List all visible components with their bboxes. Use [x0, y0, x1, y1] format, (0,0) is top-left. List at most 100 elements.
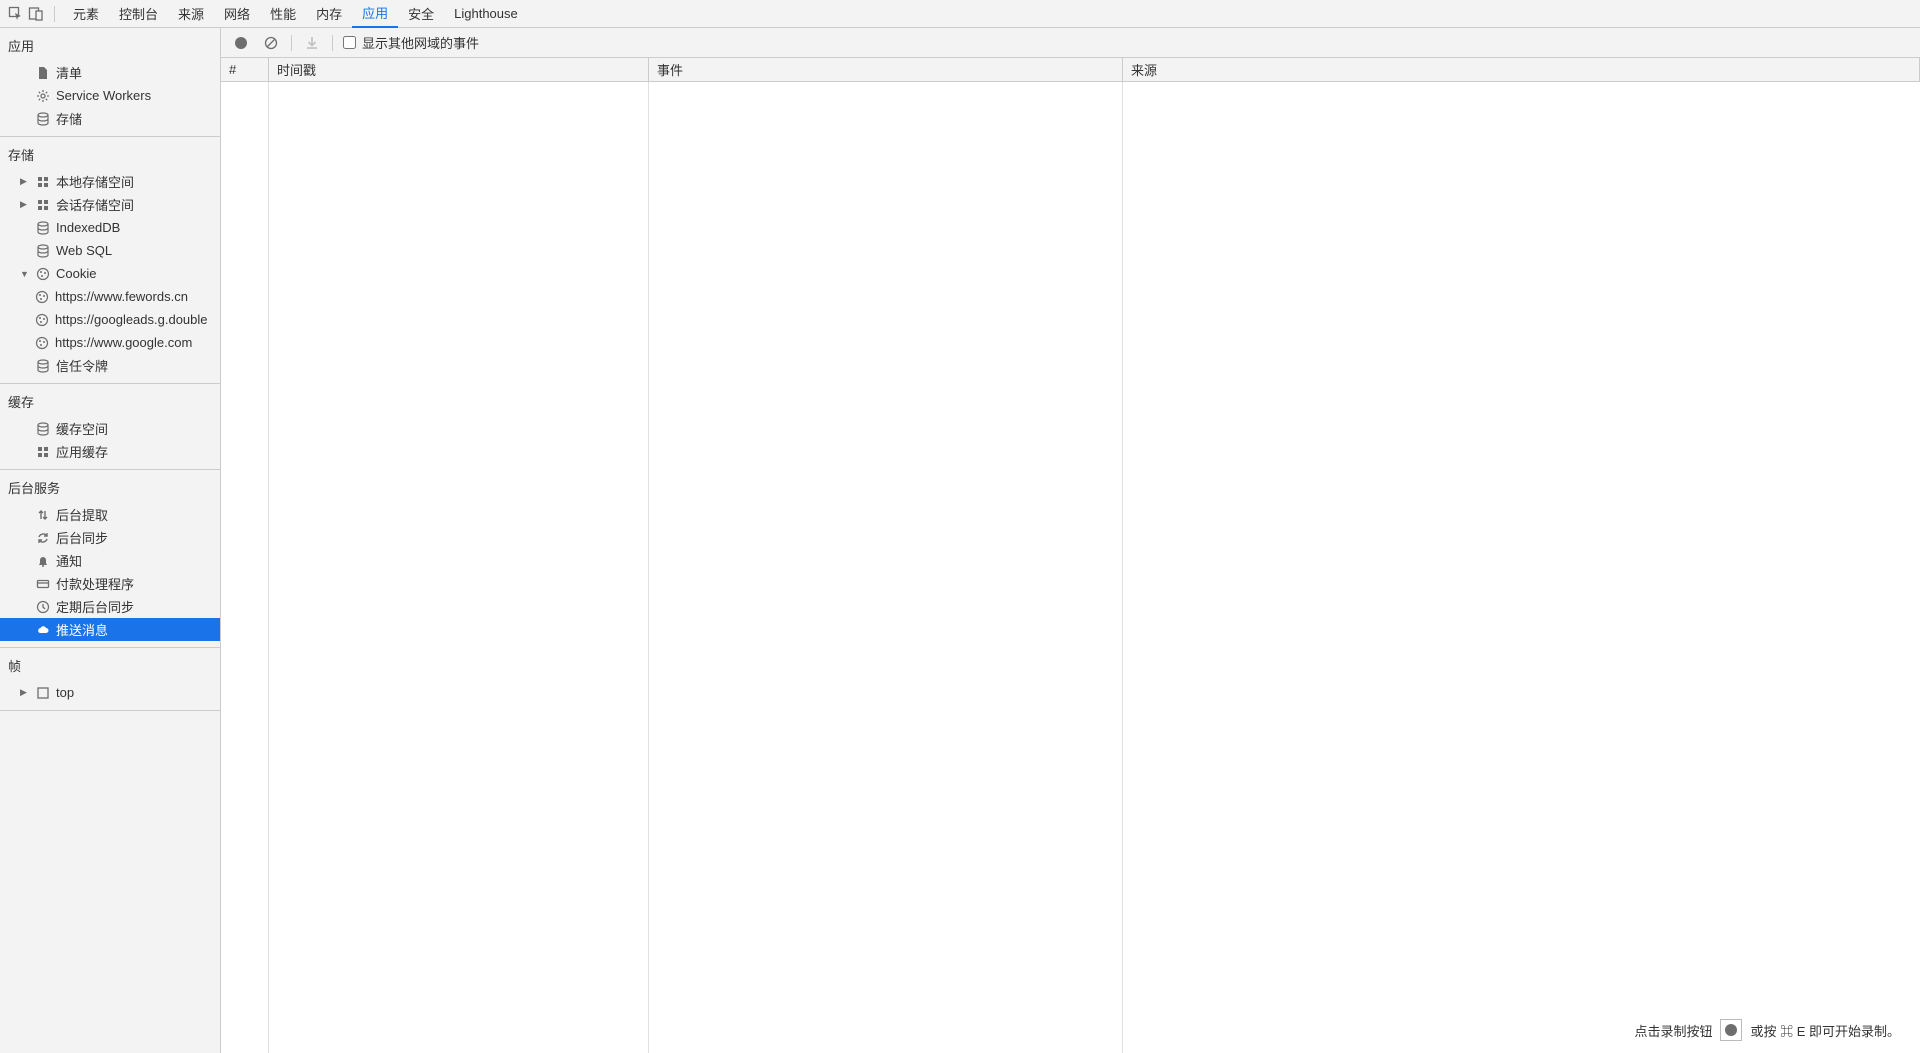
grid-icon [35, 197, 51, 213]
sidebar-item-https://www.fewords.cn[interactable]: https://www.fewords.cn [0, 285, 220, 308]
sidebar-item-web-sql[interactable]: Web SQL [0, 239, 220, 262]
sidebar-item-存储[interactable]: 存储 [0, 107, 220, 130]
sidebar-item-https://www.google.com[interactable]: https://www.google.com [0, 331, 220, 354]
sidebar-item-label: 后台同步 [56, 528, 108, 547]
content-panel: 显示其他网域的事件 # 时间戳 事件 来源 点击录制按钮 [221, 28, 1920, 1053]
section-app: 应用 [0, 28, 220, 61]
tab-应用[interactable]: 应用 [352, 0, 398, 28]
chevron-right-icon: ▶ [20, 687, 30, 698]
grid-icon [35, 444, 51, 460]
sidebar-item-后台同步[interactable]: 后台同步 [0, 526, 220, 549]
tab-内存[interactable]: 内存 [306, 0, 352, 28]
hint-after: 或按 ⌘ E 即可开始录制。 [1750, 1021, 1900, 1040]
application-sidebar: 应用清单Service Workers存储存储▶本地存储空间▶会话存储空间Ind… [0, 28, 221, 1053]
db-icon [35, 243, 51, 259]
sidebar-item-定期后台同步[interactable]: 定期后台同步 [0, 595, 220, 618]
sidebar-item-label: 信任令牌 [56, 356, 108, 375]
hint-before: 点击录制按钮 [1634, 1021, 1712, 1040]
sidebar-item-应用缓存[interactable]: 应用缓存 [0, 440, 220, 463]
sidebar-item-清单[interactable]: 清单 [0, 61, 220, 84]
updown-icon [35, 507, 51, 523]
sidebar-item-indexeddb[interactable]: IndexedDB [0, 216, 220, 239]
show-other-domains-checkbox[interactable]: 显示其他网域的事件 [343, 33, 479, 52]
clock-icon [35, 599, 51, 615]
events-table: # 时间戳 事件 来源 点击录制按钮 或按 ⌘ E 即可开始录制。 [221, 58, 1920, 1053]
sidebar-item-label: 应用缓存 [56, 442, 108, 461]
sidebar-item-label: 会话存储空间 [56, 195, 134, 214]
sidebar-item-label: https://googleads.g.double [55, 312, 208, 327]
sidebar-item-label: 缓存空间 [56, 419, 108, 438]
card-icon [35, 576, 51, 592]
record-button[interactable] [231, 33, 251, 53]
frame-icon [35, 685, 51, 701]
section-bg: 后台服务 [0, 470, 220, 503]
sidebar-item-label: Web SQL [56, 243, 112, 258]
col-header-timestamp[interactable]: 时间戳 [269, 58, 649, 81]
chevron-right-icon: ▶ [20, 176, 30, 187]
sidebar-item-label: 后台提取 [56, 505, 108, 524]
chevron-right-icon: ▶ [20, 199, 30, 210]
sidebar-item-label: https://www.google.com [55, 335, 192, 350]
sidebar-item-label: 定期后台同步 [56, 597, 134, 616]
cookie-icon [34, 289, 50, 305]
sidebar-item-label: Service Workers [56, 88, 151, 103]
sidebar-item-https://googleads.g.double[interactable]: https://googleads.g.double [0, 308, 220, 331]
section-cache: 缓存 [0, 384, 220, 417]
chevron-down-icon: ▼ [20, 269, 30, 279]
clear-button[interactable] [261, 33, 281, 53]
sidebar-item-缓存空间[interactable]: 缓存空间 [0, 417, 220, 440]
sidebar-item-label: 付款处理程序 [56, 574, 134, 593]
col-header-source[interactable]: 来源 [1123, 58, 1920, 81]
sidebar-item-信任令牌[interactable]: 信任令牌 [0, 354, 220, 377]
sidebar-item-label: top [56, 685, 74, 700]
sidebar-item-推送消息[interactable]: 推送消息 [0, 618, 220, 641]
cookie-icon [34, 335, 50, 351]
checkbox-label: 显示其他网域的事件 [362, 33, 479, 52]
sidebar-item-service-workers[interactable]: Service Workers [0, 84, 220, 107]
sidebar-item-通知[interactable]: 通知 [0, 549, 220, 572]
sidebar-item-付款处理程序[interactable]: 付款处理程序 [0, 572, 220, 595]
tab-安全[interactable]: 安全 [398, 0, 444, 28]
tab-来源[interactable]: 来源 [168, 0, 214, 28]
sidebar-item-label: 推送消息 [56, 620, 108, 639]
bell-icon [35, 553, 51, 569]
tab-网络[interactable]: 网络 [214, 0, 260, 28]
recording-hint: 点击录制按钮 或按 ⌘ E 即可开始录制。 [1634, 1019, 1900, 1041]
sidebar-item-cookie[interactable]: ▼Cookie [0, 262, 220, 285]
record-icon [1720, 1019, 1742, 1041]
gear-icon [35, 88, 51, 104]
sidebar-item-会话存储空间[interactable]: ▶ 会话存储空间 [0, 193, 220, 216]
separator [332, 35, 333, 51]
device-toggle-icon[interactable] [26, 4, 46, 24]
sidebar-item-label: 本地存储空间 [56, 172, 134, 191]
db-icon [35, 111, 51, 127]
separator [291, 35, 292, 51]
show-other-domains-input[interactable] [343, 36, 356, 49]
tab-性能[interactable]: 性能 [260, 0, 306, 28]
table-body: 点击录制按钮 或按 ⌘ E 即可开始录制。 [221, 82, 1920, 1053]
section-frames: 帧 [0, 648, 220, 681]
tab-元素[interactable]: 元素 [63, 0, 109, 28]
tab-lighthouse[interactable]: Lighthouse [444, 0, 528, 28]
col-header-event[interactable]: 事件 [649, 58, 1123, 81]
sidebar-item-label: 存储 [56, 109, 82, 128]
sync-icon [35, 530, 51, 546]
sidebar-item-label: 通知 [56, 551, 82, 570]
sidebar-item-top[interactable]: ▶ top [0, 681, 220, 704]
sidebar-item-label: 清单 [56, 63, 82, 82]
tab-控制台[interactable]: 控制台 [109, 0, 168, 28]
inspect-element-icon[interactable] [6, 4, 26, 24]
table-header: # 时间戳 事件 来源 [221, 58, 1920, 82]
separator [54, 6, 55, 22]
cookie-icon [34, 312, 50, 328]
sidebar-item-label: https://www.fewords.cn [55, 289, 188, 304]
db-icon [35, 421, 51, 437]
sidebar-item-本地存储空间[interactable]: ▶ 本地存储空间 [0, 170, 220, 193]
grid-icon [35, 174, 51, 190]
cookie-icon [35, 266, 51, 282]
download-button[interactable] [302, 33, 322, 53]
sidebar-item-后台提取[interactable]: 后台提取 [0, 503, 220, 526]
cloud-icon [35, 622, 51, 638]
col-header-index[interactable]: # [221, 58, 269, 81]
section-storage: 存储 [0, 137, 220, 170]
